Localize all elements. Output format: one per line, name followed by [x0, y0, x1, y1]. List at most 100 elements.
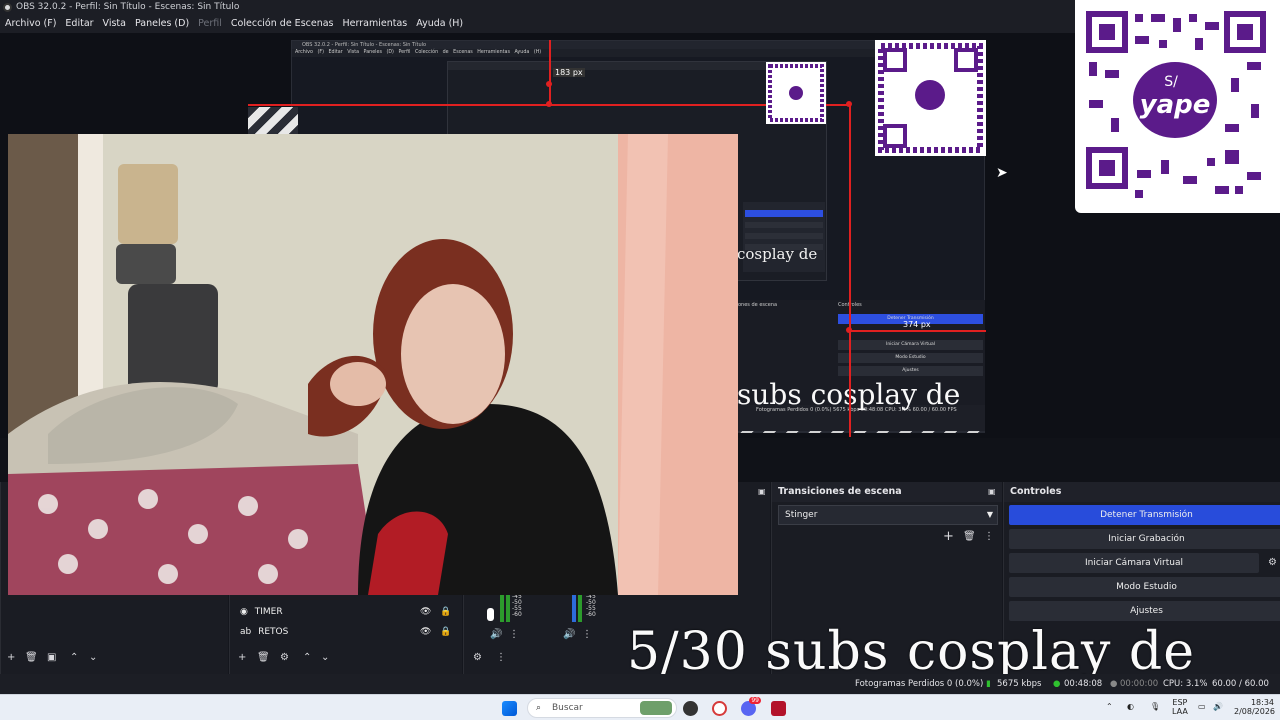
visibility-eye-icon[interactable]: 👁 [420, 623, 431, 641]
yape-logo: yape [1140, 90, 1211, 120]
discord-taskbar-icon[interactable]: 99 [741, 697, 761, 716]
move-up-icon[interactable]: ⌃ [70, 652, 78, 664]
text-icon: ab [240, 627, 252, 637]
clock[interactable]: 18:34 2/08/2026 [1234, 698, 1276, 716]
search-icon: ⌕ [536, 703, 542, 713]
obs-window: OBS 32.0.2 - Perfil: Sin Título - Escena… [0, 0, 1280, 720]
measure-label-top: 183 px [553, 68, 585, 77]
move-down-icon[interactable]: ⌄ [89, 652, 97, 664]
kebab-menu-icon[interactable]: ⋮ [509, 629, 519, 641]
app-taskbar-icon[interactable] [771, 701, 786, 716]
source-name: RETOS [258, 627, 289, 637]
discord-badge: 99 [749, 697, 761, 704]
search-highlight-image [640, 701, 672, 715]
menu-vista[interactable]: Vista [98, 15, 130, 33]
windows-start-icon[interactable] [502, 701, 517, 716]
remove-source-icon[interactable]: 🗑 [257, 652, 270, 664]
start-recording-button[interactable]: Iniciar Grabación [1009, 529, 1280, 549]
advanced-audio-icon[interactable]: ⚙ [473, 652, 482, 664]
mixer-meter [500, 594, 504, 622]
sources-toolbar: + 🗑 ⚙ ⌃ ⌄ [230, 648, 463, 670]
record-time: 00:00:00 [1120, 679, 1159, 689]
kebab-menu-icon[interactable]: ⋮ [582, 629, 592, 641]
menu-ayuda[interactable]: Ayuda (H) [411, 15, 467, 33]
menu-herramientas[interactable]: Herramientas [338, 15, 412, 33]
settings-button[interactable]: Ajustes [1009, 601, 1280, 621]
remove-scene-icon[interactable]: 🗑 [25, 652, 38, 664]
menu-paneles[interactable]: Paneles (D) [130, 15, 193, 33]
transition-properties-icon[interactable]: ⋮ [984, 531, 994, 543]
network-icon[interactable]: ▭ [1198, 702, 1206, 711]
menu-archivo[interactable]: Archivo (F) [0, 15, 60, 33]
studio-mode-button[interactable]: Modo Estudio [1009, 577, 1280, 597]
opera-taskbar-icon[interactable] [712, 701, 727, 716]
lock-icon[interactable]: 🔒 [440, 603, 451, 621]
lock-icon[interactable]: 🔒 [440, 623, 451, 641]
mixer-ticks-b: -45 -50 -55 -60 [586, 593, 596, 618]
selection-handle[interactable] [846, 101, 852, 107]
nested-scene-header: ones de escena [738, 302, 778, 308]
speaker-icon[interactable]: 🔊 [563, 629, 575, 641]
move-down-icon[interactable]: ⌄ [321, 652, 329, 664]
move-up-icon[interactable]: ⌃ [303, 652, 311, 664]
overlay-text: 5/30 subs cosplay de [627, 622, 1195, 682]
add-transition-icon[interactable]: + [943, 530, 954, 543]
transition-selected: Stinger [785, 510, 818, 520]
visibility-eye-icon[interactable]: 👁 [420, 603, 431, 621]
controls-title: Controles [1010, 486, 1062, 497]
nested-settings-button: Ajustes [838, 366, 983, 376]
webcam-feed [8, 134, 738, 595]
menu-perfil: Perfil [198, 18, 222, 29]
keyboard-layout: LAA [1172, 707, 1188, 716]
chevron-down-icon: ▼ [986, 510, 993, 519]
dock-float-icon[interactable]: ▣ [758, 486, 766, 498]
mixer-meter [572, 594, 576, 622]
signal-icon: ▮ [986, 679, 991, 689]
selection-handle[interactable] [546, 101, 552, 107]
clock-date: 2/08/2026 [1234, 707, 1276, 716]
selection-guide-mid [848, 330, 986, 332]
mixer-menu-icon[interactable]: ⋮ [496, 652, 506, 664]
stream-icon: ● [1053, 679, 1061, 689]
transitions-title: Transiciones de escena [778, 486, 902, 497]
stream-time: 00:48:08 [1064, 679, 1103, 689]
status-bar: Fotogramas Perdidos 0 (0.0%) ▮ 5675 kbps… [0, 674, 1280, 709]
language-indicator[interactable]: ESP LAA [1172, 698, 1188, 716]
yape-symbol: S/ [1164, 74, 1178, 90]
add-source-icon[interactable]: + [238, 652, 246, 664]
selection-guide-right [849, 104, 851, 437]
speaker-icon[interactable]: 🔊 [490, 629, 502, 641]
dock-float-icon[interactable]: ▣ [988, 486, 996, 498]
start-virtual-camera-button[interactable]: Iniciar Cámara Virtual [1009, 553, 1259, 573]
gear-icon[interactable]: ⚙ [1268, 557, 1277, 569]
volume-icon[interactable]: 🔊 [1213, 702, 1223, 711]
menu-coleccion-escenas[interactable]: Colección de Escenas [226, 15, 338, 33]
source-properties-icon[interactable]: ⚙ [280, 652, 289, 664]
selection-handle[interactable] [546, 81, 552, 87]
stop-streaming-button[interactable]: Detener Transmisión [1009, 505, 1280, 525]
lang-code: ESP [1172, 698, 1188, 707]
qr-pattern-icon: S/ yape [1086, 11, 1266, 198]
nested-vcam-button: Iniciar Cámara Virtual [838, 340, 983, 350]
webcam-scene-image [8, 134, 738, 595]
tray-icon[interactable]: ◐ [1127, 702, 1134, 711]
source-item-timer[interactable]: ◉ TIMER 👁 🔒 [240, 603, 462, 621]
yape-qr-xs [766, 62, 826, 124]
remove-transition-icon[interactable]: 🗑 [963, 531, 976, 543]
microphone-icon[interactable]: 🎙 [1150, 702, 1160, 711]
chevron-up-icon[interactable]: ⌃ [1106, 702, 1113, 711]
controls-header: Controles [1004, 482, 1280, 502]
scene-filters-icon[interactable]: ▣ [47, 652, 56, 664]
selection-handle[interactable] [846, 327, 852, 333]
add-scene-icon[interactable]: + [7, 652, 15, 664]
yape-qr-small [875, 40, 986, 156]
obs-taskbar-icon[interactable] [683, 701, 698, 716]
menu-editar[interactable]: Editar [60, 15, 97, 33]
taskbar-search[interactable]: ⌕ Buscar [527, 698, 677, 718]
transition-select[interactable]: Stinger ▼ [778, 505, 998, 525]
measure-label-right: 374 px [903, 320, 931, 329]
selection-guide-vertical [549, 40, 551, 105]
source-item-retos[interactable]: ab RETOS 👁 🔒 [240, 623, 462, 641]
yape-qr-code: S/ yape [1075, 0, 1280, 213]
volume-slider-handle[interactable] [487, 608, 494, 621]
